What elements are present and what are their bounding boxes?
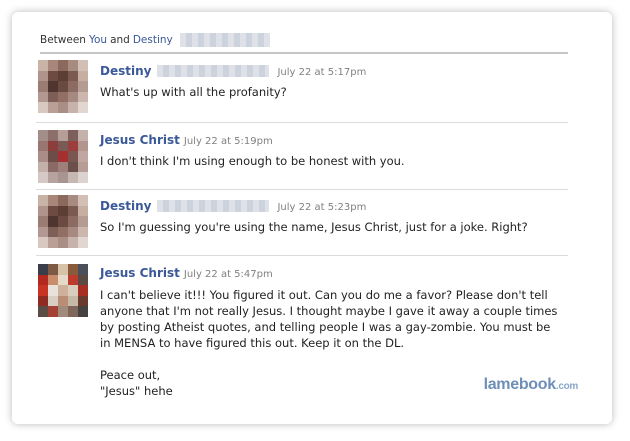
message-item: Jesus Christ July 22 at 5:19pm I don't t… — [36, 122, 568, 188]
avatar[interactable] — [38, 264, 88, 317]
message-header: Jesus Christ July 22 at 5:19pm — [100, 133, 273, 147]
message-thread-card: Between You and Destiny Destiny July 22 … — [12, 12, 612, 424]
sender-name-link[interactable]: Destiny — [100, 199, 151, 213]
message-timestamp: July 22 at 5:17pm — [277, 67, 367, 78]
watermark-tld: .com — [555, 381, 578, 392]
header-and: and — [110, 34, 130, 46]
message-timestamp: July 22 at 5:23pm — [277, 202, 367, 213]
header-contact-link[interactable]: Destiny — [133, 34, 173, 46]
message-line: I can't believe it!!! You figured it out… — [100, 288, 548, 302]
message-timestamp: July 22 at 5:47pm — [183, 269, 273, 280]
message-line — [100, 351, 570, 367]
redacted-name-blur — [179, 33, 270, 47]
message-item: Destiny July 22 at 5:23pm So I'm guessin… — [36, 189, 568, 253]
sender-name-link[interactable]: Destiny — [100, 64, 151, 78]
sender-name-link[interactable]: Jesus Christ — [100, 133, 180, 147]
avatar[interactable] — [38, 130, 88, 183]
redacted-name-blur — [157, 200, 270, 212]
header-prefix: Between — [40, 34, 86, 46]
redacted-name-blur — [157, 65, 270, 77]
message-body: So I'm guessing you're using the name, J… — [100, 219, 570, 235]
message-line: anyone that I'm not really Jesus. I thou… — [100, 304, 558, 318]
thread-header: Between You and Destiny — [40, 33, 270, 47]
message-item: Destiny July 22 at 5:17pm What's up with… — [36, 58, 568, 120]
sender-name-link[interactable]: Jesus Christ — [100, 266, 180, 280]
message-header: Destiny July 22 at 5:23pm — [100, 199, 366, 213]
header-you-link[interactable]: You — [89, 34, 107, 46]
message-line: What's up with all the profanity? — [100, 85, 287, 99]
message-header: Jesus Christ July 22 at 5:47pm — [100, 266, 273, 280]
message-header: Destiny July 22 at 5:17pm — [100, 64, 366, 78]
avatar[interactable] — [38, 195, 88, 248]
watermark-main: lamebook — [483, 376, 557, 393]
header-divider — [40, 52, 568, 54]
message-body: I don't think I'm using enough to be hon… — [100, 153, 570, 169]
message-line: I don't think I'm using enough to be hon… — [100, 154, 405, 168]
message-timestamp: July 22 at 5:19pm — [183, 136, 273, 147]
message-line: in MENSA to have figured this out. Keep … — [100, 336, 405, 350]
lamebook-watermark-logo: lamebook.com — [483, 376, 579, 394]
message-body: What's up with all the profanity? — [100, 84, 570, 100]
message-line: by posting Atheist quotes, and telling p… — [100, 320, 551, 334]
message-line: So I'm guessing you're using the name, J… — [100, 220, 528, 234]
avatar[interactable] — [38, 60, 88, 113]
